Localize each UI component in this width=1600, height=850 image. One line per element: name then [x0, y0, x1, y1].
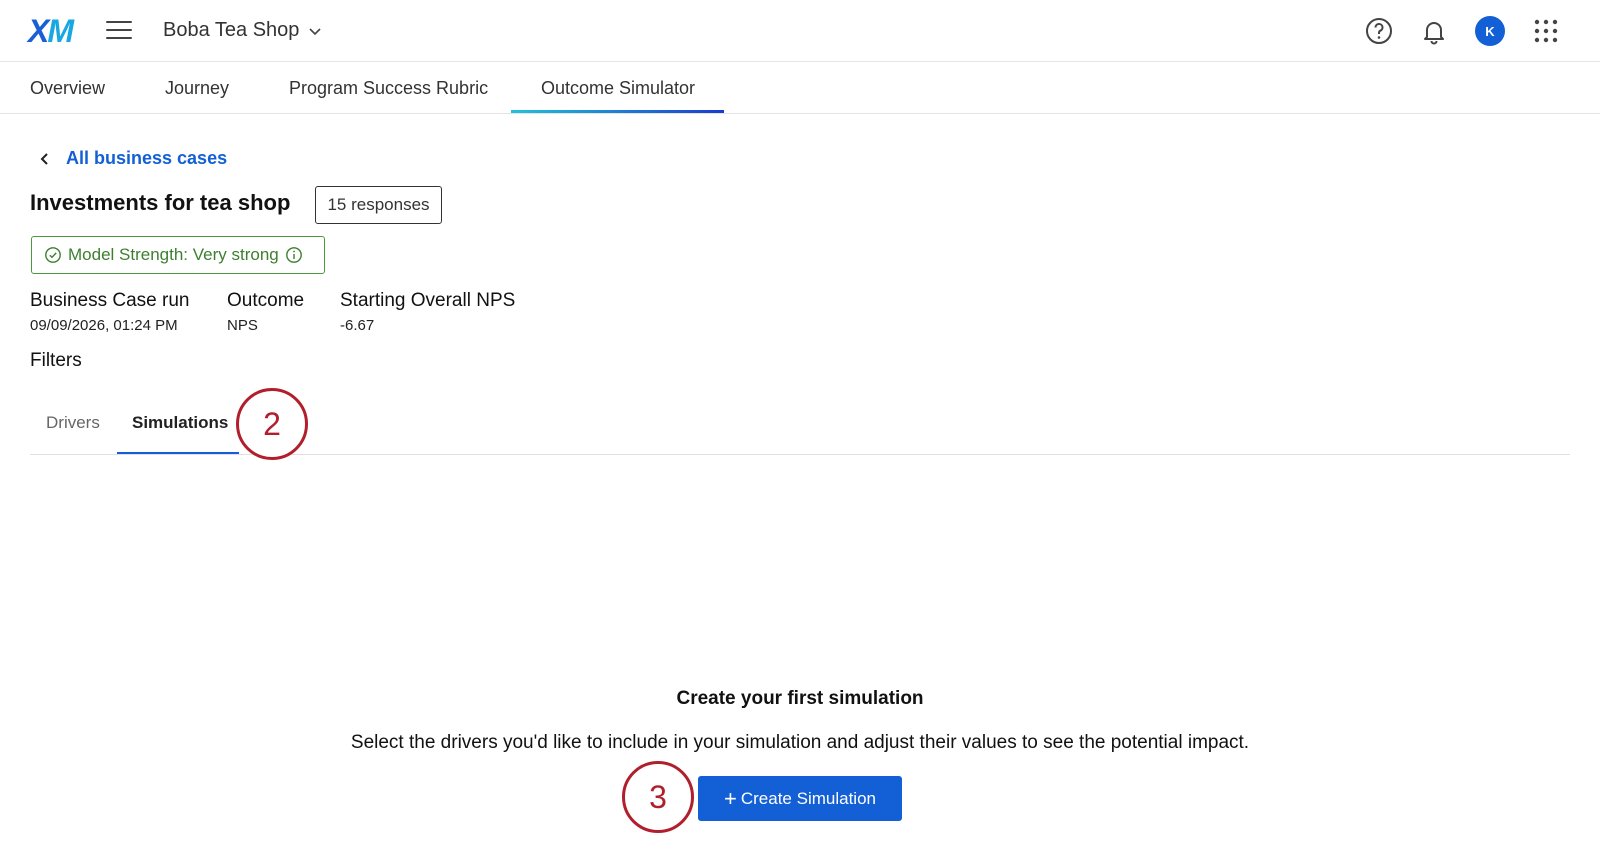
project-name: Boba Tea Shop: [163, 19, 300, 41]
hamburger-icon[interactable]: [106, 21, 132, 41]
active-tab-indicator: [511, 110, 724, 113]
back-link[interactable]: All business cases: [38, 148, 227, 169]
step-marker-2: 2: [236, 388, 308, 460]
info-icon[interactable]: [285, 246, 303, 264]
meta-value: 09/09/2026, 01:24 PM: [30, 317, 178, 334]
tab-journey[interactable]: Journey: [165, 78, 229, 99]
create-simulation-button[interactable]: + Create Simulation: [698, 776, 902, 821]
tab-program-success-rubric[interactable]: Program Success Rubric: [289, 78, 488, 99]
xm-logo[interactable]: XM: [28, 14, 74, 48]
responses-badge: 15 responses: [315, 186, 442, 224]
apps-grid-icon[interactable]: [1530, 15, 1562, 47]
meta-starting-nps: Starting Overall NPS -6.67: [340, 290, 515, 334]
create-simulation-label: Create Simulation: [740, 788, 876, 808]
meta-key: Business Case run: [30, 290, 190, 311]
main-nav: Overview Journey Program Success Rubric …: [0, 62, 1600, 114]
project-selector[interactable]: Boba Tea Shop: [163, 19, 323, 42]
bell-icon[interactable]: [1418, 15, 1450, 47]
meta-value: -6.67: [340, 317, 375, 334]
help-icon[interactable]: [1363, 15, 1395, 47]
filters-label[interactable]: Filters: [30, 350, 82, 372]
tab-outcome-simulator[interactable]: Outcome Simulator: [541, 78, 695, 99]
meta-key: Starting Overall NPS: [340, 290, 516, 311]
meta-business-case-run: Business Case run 09/09/2026, 01:24 PM: [30, 290, 189, 334]
empty-state-title: Create your first simulation: [676, 688, 924, 709]
meta-outcome: Outcome NPS: [227, 290, 304, 334]
meta-key: Outcome: [227, 290, 305, 311]
tab-overview[interactable]: Overview: [30, 78, 105, 99]
top-bar: XM Boba Tea Shop K: [0, 0, 1600, 62]
model-strength-label: Model Strength: Very strong: [68, 245, 279, 264]
subtab-simulations[interactable]: Simulations: [132, 413, 228, 433]
meta-value: NPS: [227, 317, 258, 334]
check-circle-icon: [45, 247, 61, 263]
step-marker-3: 3: [622, 761, 694, 833]
avatar[interactable]: K: [1475, 16, 1505, 46]
back-link-label: All business cases: [66, 148, 228, 168]
chevron-down-icon: [309, 27, 321, 35]
empty-state-description: Select the drivers you'd like to include…: [350, 732, 1250, 753]
chevron-left-icon: [40, 152, 48, 165]
plus-icon: +: [724, 785, 737, 811]
subtab-drivers[interactable]: Drivers: [46, 413, 100, 433]
model-strength-badge: Model Strength: Very strong: [31, 236, 325, 274]
page-title: Investments for tea shop: [30, 190, 291, 215]
